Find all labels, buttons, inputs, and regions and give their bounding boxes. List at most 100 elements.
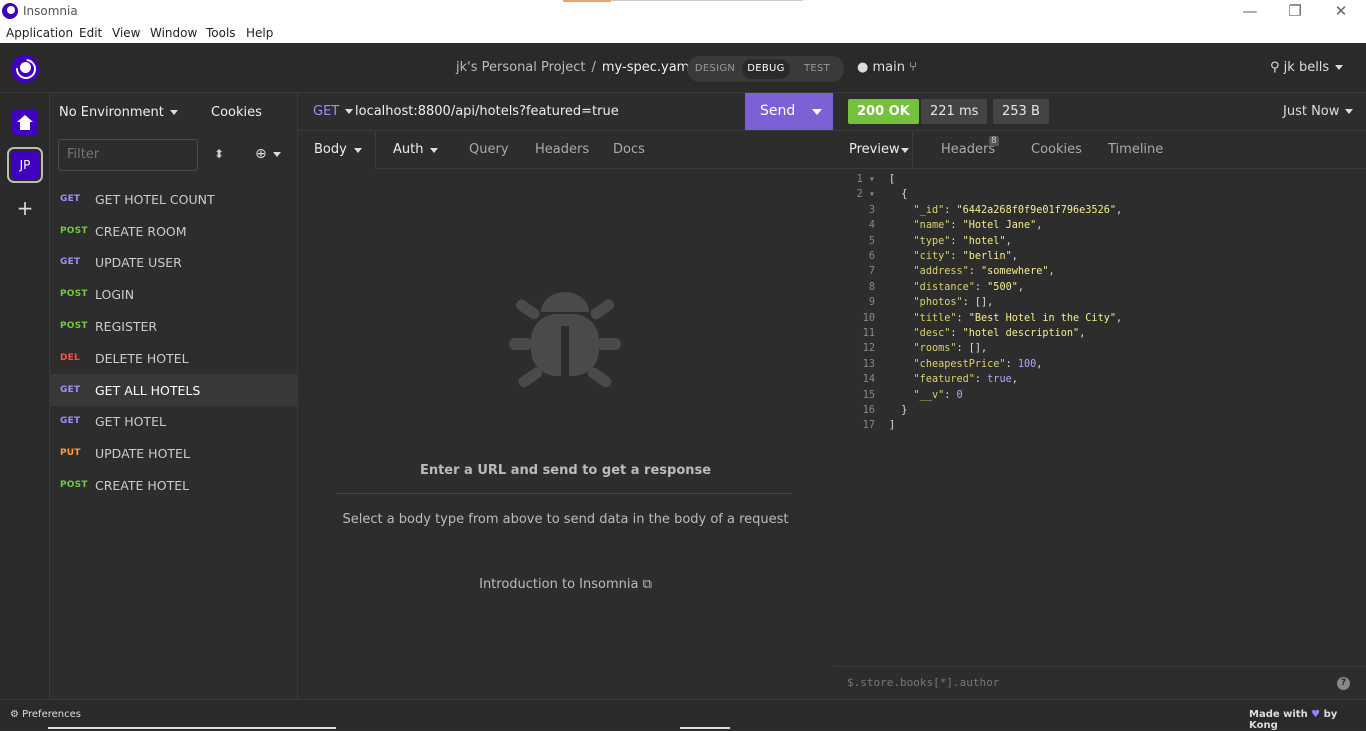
workspace-rail: JP +	[0, 93, 50, 699]
mode-debug-tab[interactable]: DEBUG	[742, 59, 790, 79]
breadcrumb-spec[interactable]: my-spec.yaml	[602, 60, 693, 75]
menu-window[interactable]: Window	[150, 26, 197, 40]
tab-query[interactable]: Query	[469, 142, 509, 157]
menu-help[interactable]: Help	[246, 26, 273, 40]
response-time-label: Just Now	[1283, 104, 1340, 119]
empty-state-divider	[336, 493, 792, 494]
menu-view[interactable]: View	[112, 26, 140, 40]
request-item[interactable]: POST REGISTER	[50, 310, 297, 342]
request-item[interactable]: GET UPDATE USER	[50, 246, 297, 278]
request-item[interactable]: POST LOGIN	[50, 278, 297, 310]
line-number: 8	[868, 281, 875, 293]
method-badge: POST	[60, 321, 88, 331]
request-item[interactable]: GET GET HOTEL COUNT	[50, 183, 297, 215]
add-request-icon[interactable]: ⊕	[255, 146, 281, 162]
minimize-button[interactable]: —	[1230, 2, 1270, 20]
response-size-badge: 253 B	[993, 99, 1049, 124]
heart-icon: ♥	[1311, 709, 1321, 720]
restore-button[interactable]: ❐	[1275, 2, 1315, 20]
tab-body[interactable]: Body	[298, 131, 376, 169]
preferences-button[interactable]: ⚙ Preferences	[10, 709, 81, 720]
code-line: "type": "hotel",	[913, 235, 1012, 247]
made-with-kong[interactable]: Made with ♥ by Kong	[1249, 709, 1366, 731]
request-item-selected[interactable]: GET GET ALL HOTELS	[50, 374, 297, 406]
request-name: GET HOTEL COUNT	[95, 192, 215, 207]
line-number: 4	[868, 220, 875, 232]
menu-edit[interactable]: Edit	[79, 26, 102, 40]
breadcrumb-project[interactable]: jk's Personal Project	[456, 60, 586, 75]
filter-input[interactable]: Filter	[58, 139, 198, 171]
git-branch[interactable]: ● main ⑂	[857, 60, 917, 75]
tab-response-headers[interactable]: Headers 8	[941, 136, 999, 157]
request-item[interactable]: POST CREATE HOTEL	[50, 469, 297, 501]
cookies-button[interactable]: Cookies	[211, 105, 262, 120]
chevron-down-icon	[430, 148, 438, 153]
mode-switcher: DESIGN DEBUG TEST	[687, 56, 844, 82]
code-line: "address": "somewhere",	[913, 266, 1055, 278]
method-badge: PUT	[60, 448, 81, 458]
menu-application[interactable]: Application	[6, 26, 73, 40]
request-name: CREATE HOTEL	[95, 478, 190, 493]
environment-label: No Environment	[59, 105, 164, 120]
titlebar-divider	[611, 0, 803, 1]
line-number: 12	[862, 343, 875, 355]
request-name: REGISTER	[95, 319, 158, 334]
line-number: 5	[868, 235, 875, 247]
request-name: GET ALL HOTELS	[95, 383, 201, 398]
send-button[interactable]: Send	[745, 93, 833, 130]
external-link-icon: ⧉	[642, 577, 652, 592]
request-item[interactable]: GET GET HOTEL	[50, 405, 297, 437]
tab-response-cookies[interactable]: Cookies	[1031, 142, 1082, 157]
close-button[interactable]: ✕	[1321, 2, 1361, 20]
intro-link[interactable]: Introduction to Insomnia ⧉	[298, 577, 833, 592]
request-name: UPDATE HOTEL	[95, 446, 190, 461]
line-number: 3	[868, 204, 875, 216]
mode-test-tab[interactable]: TEST	[793, 59, 841, 79]
send-options-chevron-icon[interactable]	[812, 109, 822, 115]
add-workspace-icon[interactable]: +	[12, 195, 38, 221]
line-number: 9	[868, 297, 875, 309]
mode-design-tab[interactable]: DESIGN	[691, 59, 739, 79]
tab-body-label: Body	[314, 142, 347, 157]
tab-timeline[interactable]: Timeline	[1108, 142, 1163, 157]
code-line: ]	[889, 420, 896, 432]
url-bar: GET localhost:8800/api/hotels?featured=t…	[298, 93, 833, 131]
request-item[interactable]: DEL DELETE HOTEL	[50, 342, 297, 374]
method-selector[interactable]: GET	[313, 104, 354, 119]
made-with-label: Made with	[1249, 709, 1308, 720]
code-line: "photos": [],	[913, 297, 994, 309]
response-history-selector[interactable]: Just Now	[1283, 104, 1354, 119]
chevron-down-icon	[901, 148, 909, 153]
code-line: "desc": "hotel description",	[913, 328, 1086, 339]
user-menu[interactable]: ⚲ jk bells	[1270, 60, 1344, 75]
chevron-down-icon	[1345, 109, 1354, 114]
tab-preview[interactable]: Preview	[833, 131, 913, 169]
code-line: "rooms": [],	[913, 343, 988, 355]
branch-icon: ⑂	[909, 60, 917, 75]
user-icon: ⚲	[1270, 60, 1280, 75]
tab-auth[interactable]: Auth	[393, 142, 423, 157]
chevron-down-icon	[272, 151, 281, 157]
response-preview[interactable]: 1 ▾ [2 ▾ {3 "_id": "6442a268f0f9e01f796e3…	[833, 169, 1366, 666]
window-title: Insomnia	[23, 4, 78, 18]
method-badge: GET	[60, 194, 81, 204]
help-icon[interactable]: ?	[1337, 677, 1350, 690]
headers-count-badge: 8	[989, 136, 999, 146]
workspace-avatar[interactable]: JP	[7, 147, 43, 183]
tab-docs[interactable]: Docs	[613, 142, 645, 157]
url-input[interactable]: localhost:8800/api/hotels?featured=true	[355, 104, 619, 119]
branch-name: main	[872, 60, 905, 75]
sort-icon[interactable]: ⬍	[214, 147, 224, 161]
app-header: jk's Personal Project / my-spec.yaml DESIG…	[0, 43, 1366, 93]
code-line: "title": "Best Hotel in the City",	[913, 312, 1123, 324]
request-item[interactable]: POST CREATE ROOM	[50, 215, 297, 247]
response-filter-input[interactable]: $.store.books[*].author	[847, 676, 999, 689]
request-body-panel: Enter a URL and send to get a response S…	[298, 169, 833, 699]
menu-tools[interactable]: Tools	[206, 26, 236, 40]
body-type-hint: Select a body type from above to send da…	[342, 512, 789, 527]
tab-headers[interactable]: Headers	[535, 142, 589, 157]
environment-selector[interactable]: No Environment	[59, 105, 178, 120]
home-icon[interactable]	[12, 110, 38, 136]
app-logo-icon[interactable]	[11, 55, 39, 83]
request-item[interactable]: PUT UPDATE HOTEL	[50, 437, 297, 469]
